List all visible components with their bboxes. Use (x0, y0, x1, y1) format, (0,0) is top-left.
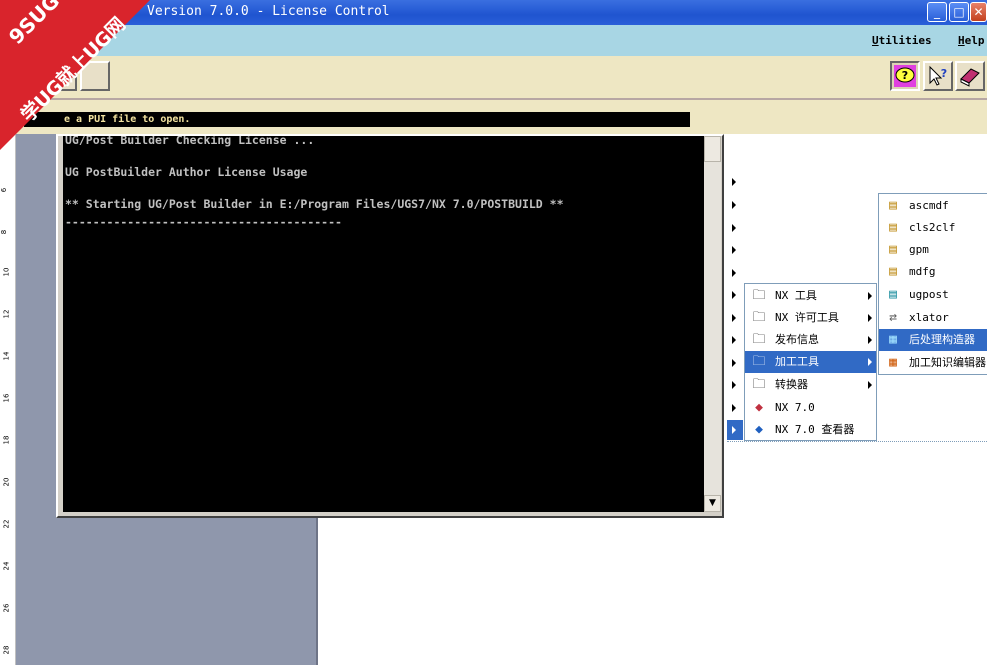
menu-item-ascmdf[interactable]: ▤ ascmdf (879, 195, 987, 217)
maximize-icon[interactable]: □ (949, 2, 969, 22)
ruler-tick: 14 (2, 351, 11, 361)
ruler-tick: 24 (2, 561, 11, 571)
scroll-down-icon[interactable]: ▼ (704, 495, 721, 512)
translator-icon: ⇄ (889, 310, 897, 325)
tooltip-help-icon[interactable]: ? (890, 61, 920, 91)
menu-item-mdfg[interactable]: ▤ mdfg (879, 261, 987, 283)
menu-item-nx-license-tools[interactable]: 🗀 NX 许可工具 (745, 307, 876, 329)
ruler-tick: 8 (0, 229, 9, 235)
folder-icon: 🗀 (752, 332, 766, 347)
chevron-right-icon[interactable] (732, 269, 736, 277)
script-icon: ▤ (889, 220, 897, 235)
chevron-right-icon[interactable] (732, 426, 736, 434)
chevron-right-icon (868, 292, 872, 300)
close-icon[interactable]: ✕ (970, 2, 987, 22)
chevron-right-icon[interactable] (732, 381, 736, 389)
console-scrollbar[interactable]: ▼ (704, 136, 721, 512)
script-icon: ▤ (889, 242, 897, 257)
menu-utilities[interactable]: Utilities (872, 34, 932, 47)
menu-item-post-builder[interactable]: ▦ 后处理构造器 (879, 329, 987, 351)
script-icon: ▤ (889, 264, 897, 279)
chevron-right-icon[interactable] (732, 359, 736, 367)
svg-text:?: ? (902, 69, 908, 82)
nx-app-icon: ◆ (755, 400, 763, 415)
manual-book-icon[interactable] (955, 61, 985, 91)
post-icon: ▤ (889, 287, 897, 302)
chevron-right-icon (868, 336, 872, 344)
scrollbar-thumb[interactable] (704, 136, 721, 162)
chevron-right-icon[interactable] (732, 404, 736, 412)
script-icon: ▤ (889, 198, 897, 213)
nx-viewer-icon: ◆ (755, 422, 763, 437)
folder-icon: 🗀 (752, 377, 766, 392)
chevron-right-icon[interactable] (732, 246, 736, 254)
context-help-icon[interactable]: ? (923, 61, 953, 91)
menu-item-ugpost[interactable]: ▤ ugpost (879, 284, 987, 306)
chevron-right-icon (868, 381, 872, 389)
post-builder-icon: ▦ (889, 332, 897, 347)
console-line: UG PostBuilder Author License Usage (65, 165, 308, 179)
menu-item-gpm[interactable]: ▤ gpm (879, 239, 987, 261)
ruler-tick: 20 (2, 477, 11, 487)
menu-item-machining-tools[interactable]: 🗀 加工工具 (745, 351, 876, 373)
menu-item-nx70[interactable]: ◆ NX 7.0 (745, 397, 876, 419)
ruler-tick: 16 (2, 393, 11, 403)
chevron-right-icon[interactable] (732, 291, 736, 299)
menu-item-nx70-viewer[interactable]: ◆ NX 7.0 查看器 (745, 419, 876, 441)
window-title: Version 7.0.0 - License Control (147, 4, 390, 19)
chevron-right-icon[interactable] (732, 201, 736, 209)
ruler-tick: 6 (0, 187, 9, 193)
ruler-tick: 12 (2, 309, 11, 319)
svg-text:?: ? (941, 67, 947, 80)
programs-submenu: 🗀 NX 工具 🗀 NX 许可工具 🗀 发布信息 🗀 加工工具 🗀 转换器 ◆ … (744, 283, 877, 441)
machining-tools-submenu: ▤ ascmdf ▤ cls2clf ▤ gpm ▤ mdfg ▤ ugpost… (878, 193, 987, 375)
folder-icon: 🗀 (752, 354, 766, 369)
ruler-tick: 10 (2, 267, 11, 277)
ruler-tick: 22 (2, 519, 11, 529)
knowledge-editor-icon: ▦ (889, 355, 897, 370)
ruler-tick: 18 (2, 435, 11, 445)
chevron-right-icon (868, 358, 872, 366)
menu-item-release-info[interactable]: 🗀 发布信息 (745, 329, 876, 351)
console-output: UG/Post Builder Checking License ... UG … (63, 136, 704, 512)
chevron-right-icon[interactable] (732, 178, 736, 186)
ruler-tick: 26 (2, 603, 11, 613)
console-line: ---------------------------------------- (65, 215, 342, 229)
vertical-ruler: 6 8 10 12 14 16 18 20 22 24 26 28 (0, 134, 16, 665)
menu-item-xlator[interactable]: ⇄ xlator (879, 307, 987, 329)
folder-icon: 🗀 (752, 310, 766, 325)
chevron-right-icon[interactable] (732, 314, 736, 322)
menu-item-translators[interactable]: 🗀 转换器 (745, 374, 876, 396)
console-window: UG/Post Builder Checking License ... UG … (56, 134, 724, 518)
menu-help[interactable]: Help (958, 34, 985, 47)
console-line: ** Starting UG/Post Builder in E:/Progra… (65, 197, 564, 211)
chevron-right-icon (868, 314, 872, 322)
chevron-right-icon[interactable] (732, 336, 736, 344)
menu-item-cls2clf[interactable]: ▤ cls2clf (879, 217, 987, 239)
start-menu-strip (727, 170, 743, 440)
ruler-tick: 28 (2, 645, 11, 655)
menu-item-nx-tools[interactable]: 🗀 NX 工具 (745, 285, 876, 307)
menu-divider (727, 441, 987, 442)
minimize-icon[interactable]: _ (927, 2, 947, 22)
menu-item-knowledge-editor[interactable]: ▦ 加工知识编辑器 (879, 352, 987, 374)
folder-icon: 🗀 (752, 288, 766, 303)
chevron-right-icon[interactable] (732, 224, 736, 232)
